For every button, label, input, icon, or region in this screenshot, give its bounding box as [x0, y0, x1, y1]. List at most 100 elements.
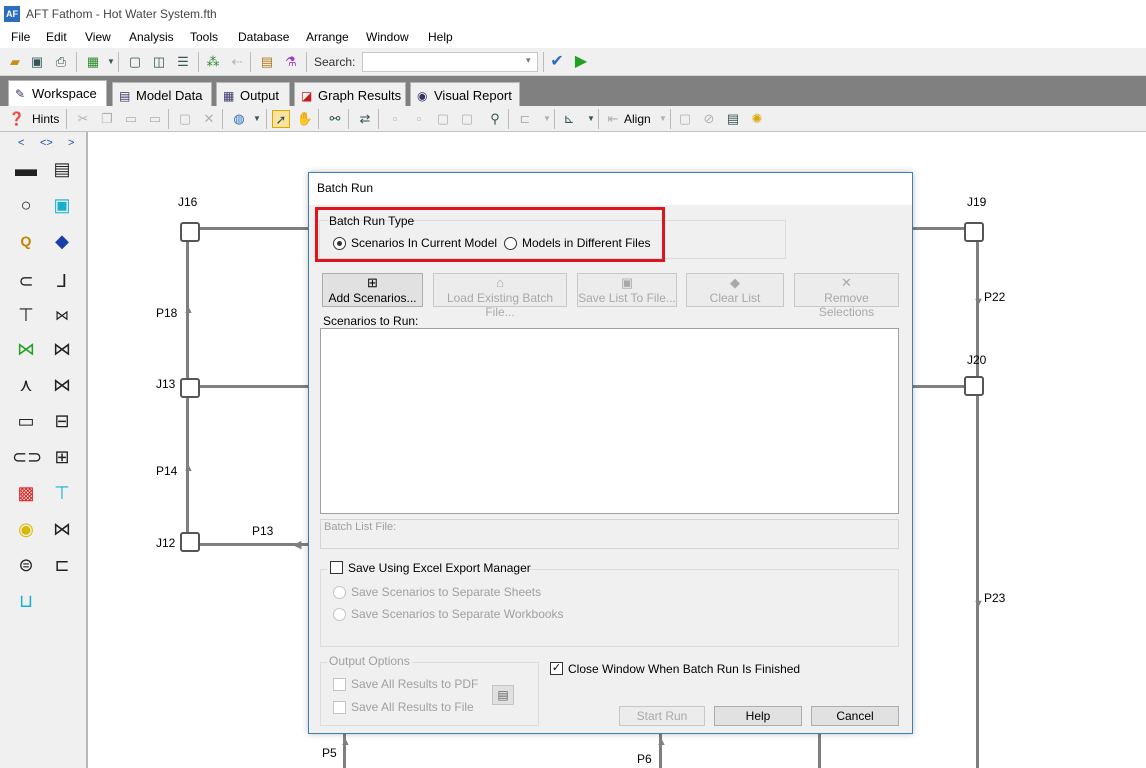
pipe-segment[interactable]: [976, 240, 979, 768]
heater-icon[interactable]: ▩: [12, 480, 40, 506]
general-component-icon[interactable]: ⋈: [48, 516, 76, 542]
reverse-direction-icon[interactable]: ⇄: [356, 110, 374, 128]
grid-snap-icon[interactable]: ⊾: [560, 110, 578, 128]
junction-j12[interactable]: [180, 532, 200, 552]
junction-j13[interactable]: [180, 378, 200, 398]
tile-horizontal-icon[interactable]: ☰: [174, 53, 192, 71]
excel-export-checkbox[interactable]: [330, 561, 343, 574]
menu-tools[interactable]: Tools: [190, 30, 218, 44]
add-scenarios-button[interactable]: ⊞ Add Scenarios...: [322, 273, 423, 307]
undo-network-icon[interactable]: ⇠: [228, 53, 246, 71]
pipe-style-icon[interactable]: ⊏: [516, 110, 534, 128]
junction-j20[interactable]: [964, 376, 984, 396]
align-button[interactable]: Align: [624, 112, 651, 126]
scenario-icon[interactable]: ▤: [258, 53, 276, 71]
window-icon[interactable]: ▢: [176, 110, 194, 128]
network-icon[interactable]: ⁂: [204, 53, 222, 71]
tile-vertical-icon[interactable]: ◫: [150, 53, 168, 71]
annotation-icon[interactable]: ▤: [48, 156, 76, 182]
close-window-checkbox[interactable]: ✓: [550, 662, 563, 675]
palette-both[interactable]: <>: [40, 137, 53, 149]
remove-selections-button[interactable]: ✕ Remove Selections: [794, 273, 899, 319]
menu-database[interactable]: Database: [238, 30, 289, 44]
dead-end-icon[interactable]: ⊏: [48, 552, 76, 578]
check-valve-icon[interactable]: ⋈: [48, 336, 76, 362]
start-run-button[interactable]: Start Run: [619, 706, 705, 726]
pipe-segment[interactable]: [200, 227, 310, 230]
notes-icon[interactable]: ▤: [724, 110, 742, 128]
pipe-segment[interactable]: [912, 227, 972, 230]
three-way-valve-icon[interactable]: ⋈: [48, 372, 76, 398]
cancel-button[interactable]: Cancel: [811, 706, 899, 726]
excel-export-label[interactable]: Save Using Excel Export Manager: [348, 561, 531, 575]
delete-icon[interactable]: ✕: [200, 110, 218, 128]
flow-control-icon[interactable]: Q: [12, 228, 40, 254]
tab-workspace[interactable]: ✎ Workspace: [8, 80, 107, 106]
clear-list-button[interactable]: ◆ Clear List: [686, 273, 784, 307]
relief-valve-icon[interactable]: ⋏: [12, 372, 40, 398]
no-entry-icon[interactable]: ⊘: [700, 110, 718, 128]
valve-icon[interactable]: ⋈: [48, 302, 76, 328]
check-model-icon[interactable]: ✔: [548, 53, 566, 71]
export-icon[interactable]: ▦: [84, 53, 102, 71]
branch-icon[interactable]: ⊂: [12, 268, 40, 294]
junction-j16[interactable]: [180, 222, 200, 242]
pump-icon[interactable]: ◉: [12, 516, 40, 542]
save-file-checkbox[interactable]: [333, 701, 346, 714]
pipe-icon[interactable]: ▬: [12, 156, 40, 182]
search-input[interactable]: [362, 52, 538, 72]
area-change-icon[interactable]: ▭: [12, 408, 40, 434]
save-list-button[interactable]: ▣ Save List To File...: [577, 273, 677, 307]
output-settings-icon[interactable]: ▤: [492, 685, 514, 705]
hints-button[interactable]: Hints: [32, 112, 59, 126]
radio-separate-sheets-label[interactable]: Save Scenarios to Separate Sheets: [351, 585, 541, 599]
heat-exchanger-icon[interactable]: ⊂⊃: [12, 444, 42, 470]
pan-hand-icon[interactable]: ✋: [296, 110, 314, 128]
help-button[interactable]: Help: [714, 706, 802, 726]
select-arrow-icon[interactable]: ➚: [272, 110, 290, 128]
elbow-icon[interactable]: ⅃: [48, 268, 76, 294]
reservoir-icon[interactable]: ○: [12, 192, 40, 218]
menu-analysis[interactable]: Analysis: [129, 30, 174, 44]
menu-view[interactable]: View: [85, 30, 111, 44]
tank-icon[interactable]: ▣: [48, 192, 76, 218]
save-file-label[interactable]: Save All Results to File: [351, 700, 474, 714]
tab-visual-report[interactable]: ◉ Visual Report: [410, 82, 520, 106]
globe-icon[interactable]: ◍: [230, 110, 248, 128]
lock-icon[interactable]: ▢: [434, 110, 452, 128]
find-binoculars-icon[interactable]: ⚯: [326, 110, 344, 128]
palette-next[interactable]: >: [68, 137, 74, 149]
pipe-segment[interactable]: [912, 385, 972, 388]
tee-icon[interactable]: ⊤: [12, 302, 40, 328]
control-valve-icon[interactable]: ⋈: [12, 336, 40, 362]
menu-help[interactable]: Help: [428, 30, 453, 44]
open-icon[interactable]: ▰: [6, 53, 24, 71]
venturi-icon[interactable]: ⊜: [12, 552, 40, 578]
menu-edit[interactable]: Edit: [46, 30, 67, 44]
pipe-segment[interactable]: [200, 385, 310, 388]
menu-arrange[interactable]: Arrange: [306, 30, 349, 44]
unlock-icon[interactable]: ▢: [458, 110, 476, 128]
spray-icon[interactable]: ⊤: [48, 480, 76, 506]
ungroup-icon[interactable]: ▫: [410, 110, 428, 128]
pressure-control-icon[interactable]: ◆: [48, 228, 76, 254]
page-icon[interactable]: ▢: [676, 110, 694, 128]
lightbulb-icon[interactable]: ✺: [748, 110, 766, 128]
fit-network-icon[interactable]: ⚲: [486, 110, 504, 128]
save-pdf-checkbox[interactable]: [333, 678, 346, 691]
flask-icon[interactable]: ⚗: [282, 53, 300, 71]
orifice-icon[interactable]: ⊟: [48, 408, 76, 434]
tab-graph-results[interactable]: ◪ Graph Results: [294, 82, 406, 106]
tab-model-data[interactable]: ▤ Model Data: [112, 82, 212, 106]
radio-separate-workbooks-label[interactable]: Save Scenarios to Separate Workbooks: [351, 607, 564, 621]
palette-prev[interactable]: <: [18, 137, 24, 149]
volume-balance-icon[interactable]: ⊔: [12, 588, 40, 614]
paste-special-icon[interactable]: ▭: [146, 110, 164, 128]
radio-separate-sheets[interactable]: [333, 586, 346, 599]
scenarios-list[interactable]: [320, 328, 899, 514]
cut-icon[interactable]: ✂: [74, 110, 92, 128]
save-pdf-label[interactable]: Save All Results to PDF: [351, 677, 478, 691]
tab-output[interactable]: ▦ Output: [216, 82, 290, 106]
run-model-icon[interactable]: ▶: [572, 53, 590, 71]
menu-file[interactable]: File: [11, 30, 30, 44]
